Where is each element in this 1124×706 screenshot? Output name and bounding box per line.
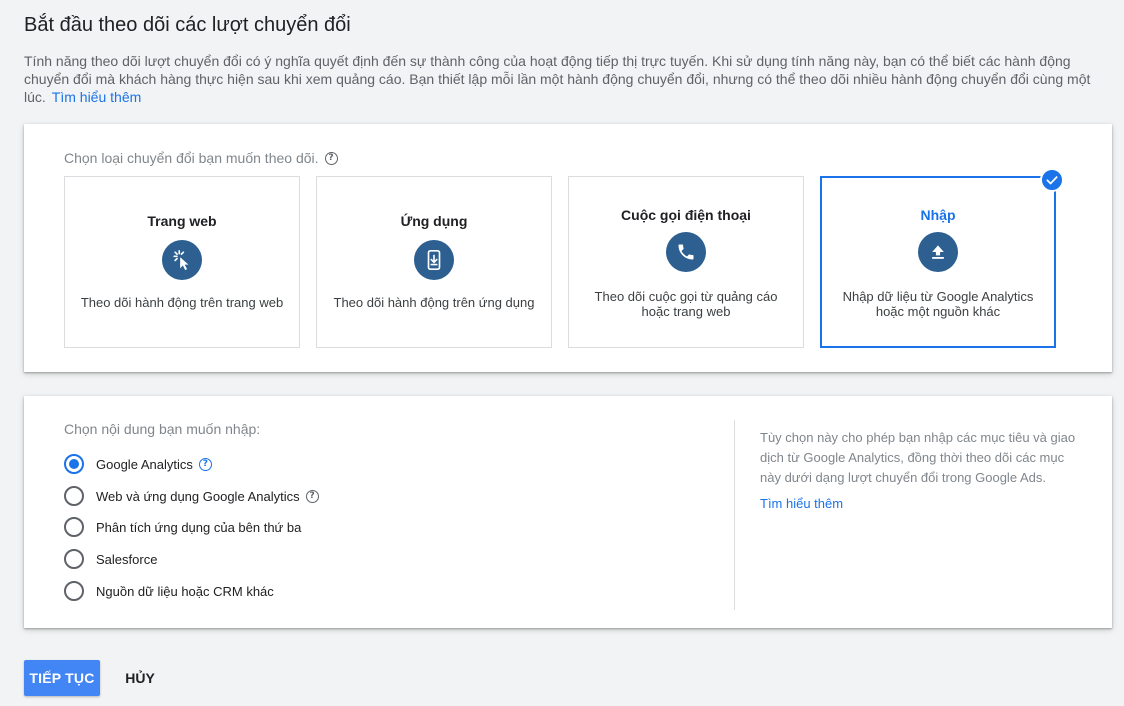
- radio-label: Nguồn dữ liệu hoặc CRM khác: [96, 583, 274, 599]
- help-icon[interactable]: ?: [198, 457, 212, 471]
- radio-option-third-party-app-analytics[interactable]: Phân tích ứng dụng của bên thứ ba: [64, 517, 301, 537]
- type-option-title: Ứng dụng: [400, 213, 468, 229]
- radio-button[interactable]: [64, 486, 84, 506]
- radio-button[interactable]: [64, 517, 84, 537]
- type-option-desc: Theo dõi hành động trên ứng dụng: [333, 295, 535, 310]
- type-option-website[interactable]: Trang web Theo dõi hành động trên trang …: [64, 176, 300, 348]
- import-info-text: Tùy chọn này cho phép bạn nhập các mục t…: [760, 430, 1076, 485]
- intro-body: Tính năng theo dõi lượt chuyển đổi có ý …: [24, 53, 1091, 105]
- type-option-desc: Theo dõi cuộc gọi từ quảng cáo hoặc tran…: [594, 289, 778, 319]
- phone-download-icon: [414, 240, 454, 280]
- radio-option-google-analytics[interactable]: Google Analytics ?: [64, 454, 212, 474]
- continue-button[interactable]: TIẾP TỤC: [24, 660, 100, 696]
- type-option-title: Trang web: [147, 213, 217, 229]
- radio-label: Salesforce: [96, 551, 158, 567]
- cursor-click-icon: [162, 240, 202, 280]
- radio-option-other-crm[interactable]: Nguồn dữ liệu hoặc CRM khác: [64, 581, 274, 601]
- radio-label: Phân tích ứng dụng của bên thứ ba: [96, 519, 302, 535]
- type-option-title: Cuộc gọi điện thoại: [621, 207, 751, 223]
- type-option-desc: Nhập dữ liệu từ Google Analytics hoặc mộ…: [842, 289, 1034, 319]
- check-icon: [1040, 168, 1064, 192]
- import-learn-more-link[interactable]: Tìm hiểu thêm: [760, 496, 843, 511]
- radio-button[interactable]: [64, 581, 84, 601]
- phone-icon: [666, 232, 706, 272]
- type-option-title: Nhập: [920, 207, 956, 223]
- radio-label: Google Analytics: [96, 456, 193, 472]
- radio-button[interactable]: [64, 549, 84, 569]
- cancel-button[interactable]: HỦY: [116, 660, 164, 696]
- radio-option-web-app-google-analytics[interactable]: Web và ứng dụng Google Analytics ?: [64, 486, 319, 506]
- type-option-import[interactable]: Nhập Nhập dữ liệu từ Google Analytics ho…: [820, 168, 1064, 348]
- page-title: Bắt đầu theo dõi các lượt chuyển đổi: [24, 14, 351, 36]
- vertical-divider: [734, 420, 735, 610]
- conversion-type-label-row: Chọn loại chuyển đổi bạn muốn theo dõi. …: [64, 150, 338, 166]
- import-source-card: Chọn nội dung bạn muốn nhập: Google Anal…: [24, 396, 1112, 628]
- intro-learn-more-link[interactable]: Tìm hiểu thêm: [52, 89, 141, 105]
- radio-button[interactable]: [64, 454, 84, 474]
- intro-text: Tính năng theo dõi lượt chuyển đổi có ý …: [24, 52, 1114, 106]
- conversion-type-card: Chọn loại chuyển đổi bạn muốn theo dõi. …: [24, 124, 1112, 372]
- type-option-desc: Theo dõi hành động trên trang web: [80, 295, 284, 310]
- help-icon[interactable]: ?: [324, 151, 338, 165]
- type-option-app[interactable]: Ứng dụng Theo dõi hành động trên ứng dụn…: [316, 176, 552, 348]
- help-icon[interactable]: ?: [305, 489, 319, 503]
- conversion-type-label: Chọn loại chuyển đổi bạn muốn theo dõi.: [64, 150, 319, 166]
- upload-icon: [918, 232, 958, 272]
- radio-label: Web và ứng dụng Google Analytics: [96, 488, 300, 504]
- radio-option-salesforce[interactable]: Salesforce: [64, 549, 157, 569]
- type-option-phone-call[interactable]: Cuộc gọi điện thoại Theo dõi cuộc gọi từ…: [568, 176, 804, 348]
- import-source-label: Chọn nội dung bạn muốn nhập:: [64, 421, 261, 437]
